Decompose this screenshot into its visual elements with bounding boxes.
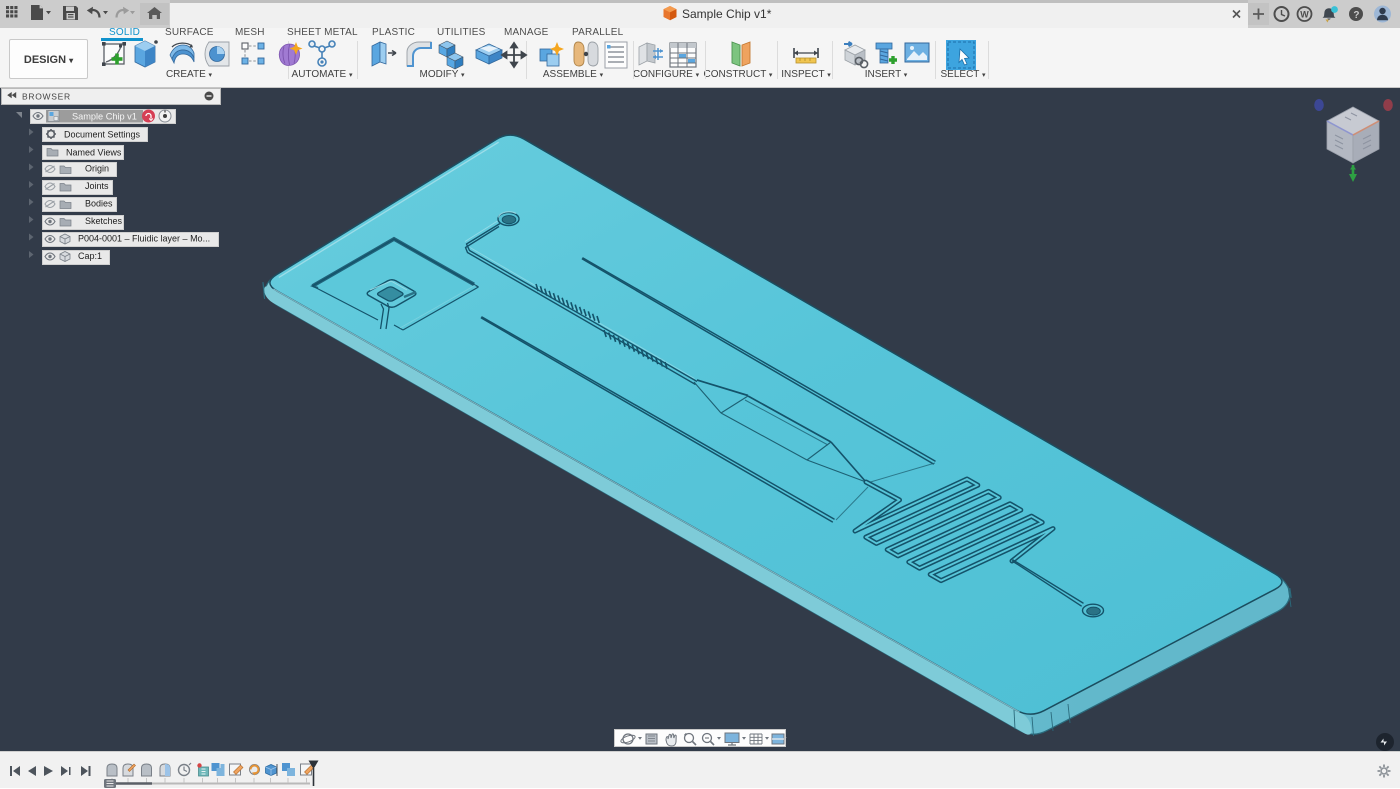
svg-text:Cap:1: Cap:1 [78, 251, 102, 261]
svg-text:P004-0001 – Fluidic layer – Mo: P004-0001 – Fluidic layer – Mo... [78, 234, 210, 244]
svg-text:Bodies: Bodies [85, 199, 113, 209]
svg-text:Named Views: Named Views [66, 148, 122, 158]
svg-text:Sample Chip v1: Sample Chip v1 [72, 112, 137, 122]
svg-text:W: W [1300, 10, 1309, 20]
svg-text:Joints: Joints [85, 181, 109, 191]
svg-text:?: ? [1353, 10, 1359, 21]
svg-text:Origin: Origin [85, 164, 109, 174]
svg-text:Sample Chip v1*: Sample Chip v1* [682, 7, 772, 21]
svg-text:Sketches: Sketches [85, 216, 123, 226]
svg-text:Document Settings: Document Settings [64, 130, 141, 140]
